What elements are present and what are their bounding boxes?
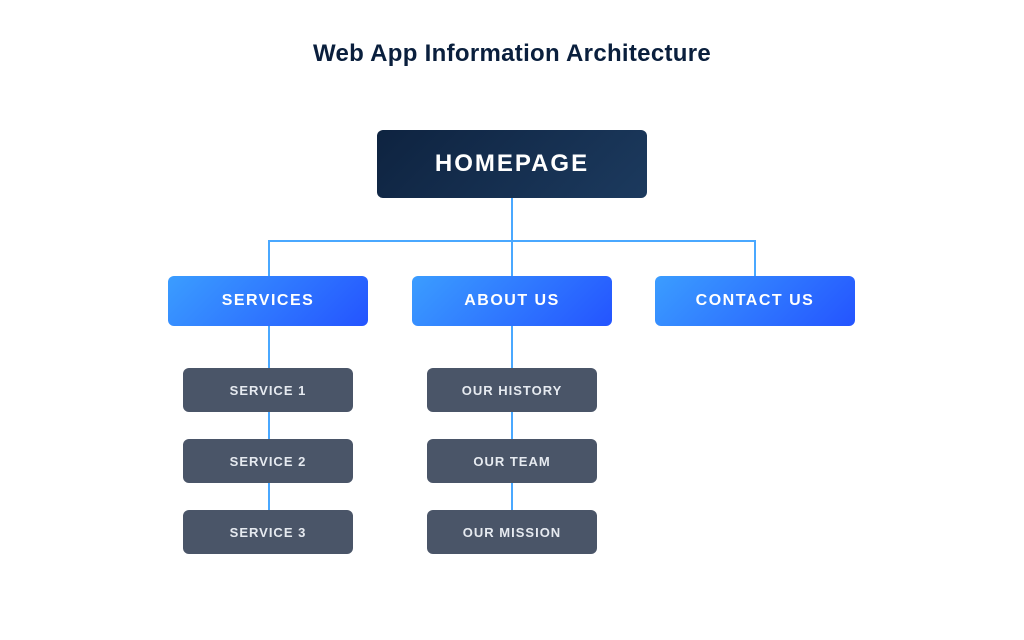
node-leaf-our-history: OUR HISTORY — [427, 368, 597, 412]
node-leaf-service-1: SERVICE 1 — [183, 368, 353, 412]
node-branch-contact-us: CONTACT US — [655, 276, 855, 326]
node-leaf-our-mission: OUR MISSION — [427, 510, 597, 554]
node-leaf-label: OUR HISTORY — [462, 383, 563, 398]
connector — [511, 240, 513, 276]
node-branch-services: SERVICES — [168, 276, 368, 326]
node-leaf-label: OUR MISSION — [463, 525, 561, 540]
node-branch-label: SERVICES — [222, 292, 315, 310]
node-leaf-label: OUR TEAM — [473, 454, 550, 469]
node-leaf-our-team: OUR TEAM — [427, 439, 597, 483]
node-leaf-label: SERVICE 1 — [230, 383, 307, 398]
connector — [268, 240, 270, 276]
node-leaf-service-2: SERVICE 2 — [183, 439, 353, 483]
connector — [511, 198, 513, 240]
node-leaf-label: SERVICE 3 — [230, 525, 307, 540]
node-root-label: HOMEPAGE — [435, 150, 589, 178]
node-root-homepage: HOMEPAGE — [377, 130, 647, 198]
node-branch-label: ABOUT US — [464, 292, 560, 310]
node-branch-label: CONTACT US — [696, 292, 815, 310]
connector — [754, 240, 756, 276]
node-branch-about-us: ABOUT US — [412, 276, 612, 326]
node-leaf-service-3: SERVICE 3 — [183, 510, 353, 554]
diagram-title: Web App Information Architecture — [0, 40, 1024, 68]
node-leaf-label: SERVICE 2 — [230, 454, 307, 469]
